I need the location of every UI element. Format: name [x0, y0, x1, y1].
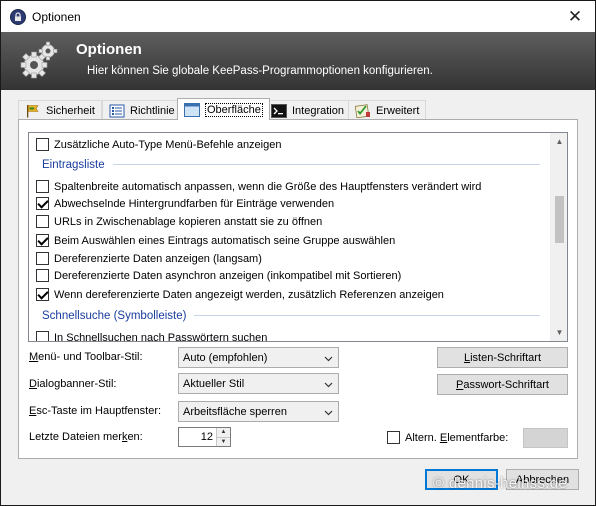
scrollbar-thumb[interactable] — [555, 196, 564, 243]
policy-list-icon — [109, 104, 125, 117]
group-header-divider — [194, 315, 540, 316]
tab-label: Erweitert — [376, 104, 420, 117]
checkbox[interactable] — [36, 288, 49, 301]
close-icon: ✕ — [567, 7, 583, 26]
checkbox[interactable] — [36, 197, 49, 210]
list-scrollbar[interactable]: ▲ ▼ — [550, 133, 567, 341]
list-item[interactable]: Zusätzliche Auto-Type Menü-Befehle anzei… — [29, 136, 550, 153]
group-header-label: Schnellsuche (Symbolleiste) — [42, 309, 187, 322]
list-item[interactable]: URLs in Zwischenablage kopieren anstatt … — [29, 213, 550, 230]
banner-subtitle: Hier können Sie globale KeePass-Programm… — [87, 65, 433, 77]
checkbox[interactable] — [36, 269, 49, 282]
option-label: Beim Auswählen eines Eintrags automatisc… — [54, 234, 396, 247]
esc-key-select[interactable]: Arbeitsfläche sperren — [178, 401, 339, 422]
scroll-up-icon[interactable]: ▲ — [551, 133, 567, 150]
checkbox[interactable] — [36, 215, 49, 228]
checkbox[interactable] — [36, 234, 49, 247]
checkbox[interactable] — [36, 180, 49, 193]
select-value: Auto (empfohlen) — [183, 351, 268, 364]
options-dialog: Optionen ✕ Optionen Hier können Sie glob… — [0, 0, 596, 506]
options-list[interactable]: Zusätzliche Auto-Type Menü-Befehle anzei… — [28, 132, 568, 342]
terminal-icon — [271, 103, 287, 118]
list-item[interactable]: Beim Auswählen eines Eintrags automatisc… — [29, 232, 550, 249]
tab-oberflaeche[interactable]: Oberfläche — [177, 98, 270, 120]
tab-label: Richtlinie — [130, 104, 175, 117]
stepper-down-icon[interactable]: ▼ — [216, 437, 230, 446]
keepass-lock-icon — [10, 8, 26, 25]
advanced-checklist-icon — [355, 103, 370, 118]
title-bar: Optionen ✕ — [1, 1, 595, 32]
interface-window-icon — [184, 102, 200, 117]
tab-richtlinie[interactable]: Richtlinie — [102, 100, 182, 120]
esc-key-label: Esc-Taste im Hauptfenster: — [29, 405, 162, 417]
tab-label: Integration — [292, 104, 344, 117]
option-label: Abwechselnde Hintergrundfarben für Eintr… — [54, 197, 335, 210]
chevron-down-icon — [324, 356, 333, 362]
group-header-divider — [112, 164, 540, 165]
list-item[interactable]: Wenn dereferenzierte Daten angezeigt wer… — [29, 286, 550, 303]
checkbox[interactable] — [36, 331, 49, 341]
list-item[interactable]: In Schnellsuchen nach Passwörtern suchen — [29, 329, 550, 341]
option-label: Zusätzliche Auto-Type Menü-Befehle anzei… — [54, 138, 282, 151]
option-label: Wenn dereferenzierte Daten angezeigt wer… — [54, 288, 444, 301]
recent-files-label: Letzte Dateien merken: — [29, 431, 143, 443]
banner-style-label: Dialogbanner-Stil: — [29, 378, 117, 390]
banner-title: Optionen — [76, 41, 142, 58]
select-value: Aktueller Stil — [183, 377, 245, 390]
stepper-value: 12 — [200, 431, 213, 443]
checkbox[interactable] — [36, 138, 49, 151]
option-label: Spaltenbreite automatisch anpassen, wenn… — [54, 180, 482, 193]
option-label: Dereferenzierte Daten asynchron anzeigen… — [54, 269, 402, 282]
recent-files-stepper[interactable]: 12 ▲ ▼ — [178, 427, 231, 447]
menu-style-label: Menü- und Toolbar-Stil: — [29, 351, 143, 363]
list-item[interactable]: Dereferenzierte Daten asynchron anzeigen… — [29, 267, 550, 284]
group-header-schnellsuche: Schnellsuche (Symbolleiste) — [29, 307, 550, 324]
select-value: Arbeitsfläche sperren — [183, 405, 287, 418]
checkbox[interactable] — [387, 431, 400, 444]
option-label: URLs in Zwischenablage kopieren anstatt … — [54, 215, 323, 228]
tab-integration[interactable]: Integration — [264, 100, 351, 120]
tab-erweitert[interactable]: Erweitert — [348, 100, 427, 120]
stepper-up-icon[interactable]: ▲ — [216, 428, 230, 437]
tab-label: Oberfläche — [205, 102, 263, 117]
dialog-banner: Optionen Hier können Sie globale KeePass… — [1, 32, 595, 90]
tab-label: Sicherheit — [46, 104, 95, 117]
option-label: In Schnellsuchen nach Passwörtern suchen — [54, 331, 268, 342]
chevron-down-icon — [324, 382, 333, 388]
options-list-items: Zusätzliche Auto-Type Menü-Befehle anzei… — [29, 133, 550, 341]
alt-color-toggle[interactable]: Altern. Elementfarbe: — [387, 431, 508, 444]
alt-color-label: Altern. Elementfarbe: — [405, 431, 509, 444]
list-item[interactable]: Spaltenbreite automatisch anpassen, wenn… — [29, 178, 550, 195]
alt-color-picker-button[interactable] — [523, 428, 568, 448]
group-header-label: Eintragsliste — [42, 158, 105, 171]
window-title: Optionen — [32, 9, 81, 24]
tab-sicherheit[interactable]: Sicherheit — [18, 100, 102, 120]
watermark: © dennis-heinss.de — [433, 475, 568, 492]
checkbox[interactable] — [36, 252, 49, 265]
chevron-down-icon — [324, 410, 333, 416]
close-button[interactable]: ✕ — [565, 7, 585, 27]
scroll-down-icon[interactable]: ▼ — [551, 324, 567, 341]
list-item[interactable]: Abwechselnde Hintergrundfarben für Eintr… — [29, 195, 550, 212]
menu-style-select[interactable]: Auto (empfohlen) — [178, 347, 339, 368]
banner-style-select[interactable]: Aktueller Stil — [178, 373, 339, 394]
option-label: Dereferenzierte Daten anzeigen (langsam) — [54, 252, 262, 265]
gears-icon — [20, 41, 58, 79]
tab-strip: Sicherheit Richtlinie Oberfläche Integra… — [18, 98, 578, 120]
list-font-button[interactable]: Listen-Schriftart — [437, 347, 568, 368]
list-item[interactable]: Dereferenzierte Daten anzeigen (langsam) — [29, 250, 550, 267]
security-flag-icon — [27, 104, 39, 117]
group-header-eintragsliste: Eintragsliste — [29, 156, 550, 173]
password-font-button[interactable]: Passwort-Schriftart — [437, 374, 568, 395]
